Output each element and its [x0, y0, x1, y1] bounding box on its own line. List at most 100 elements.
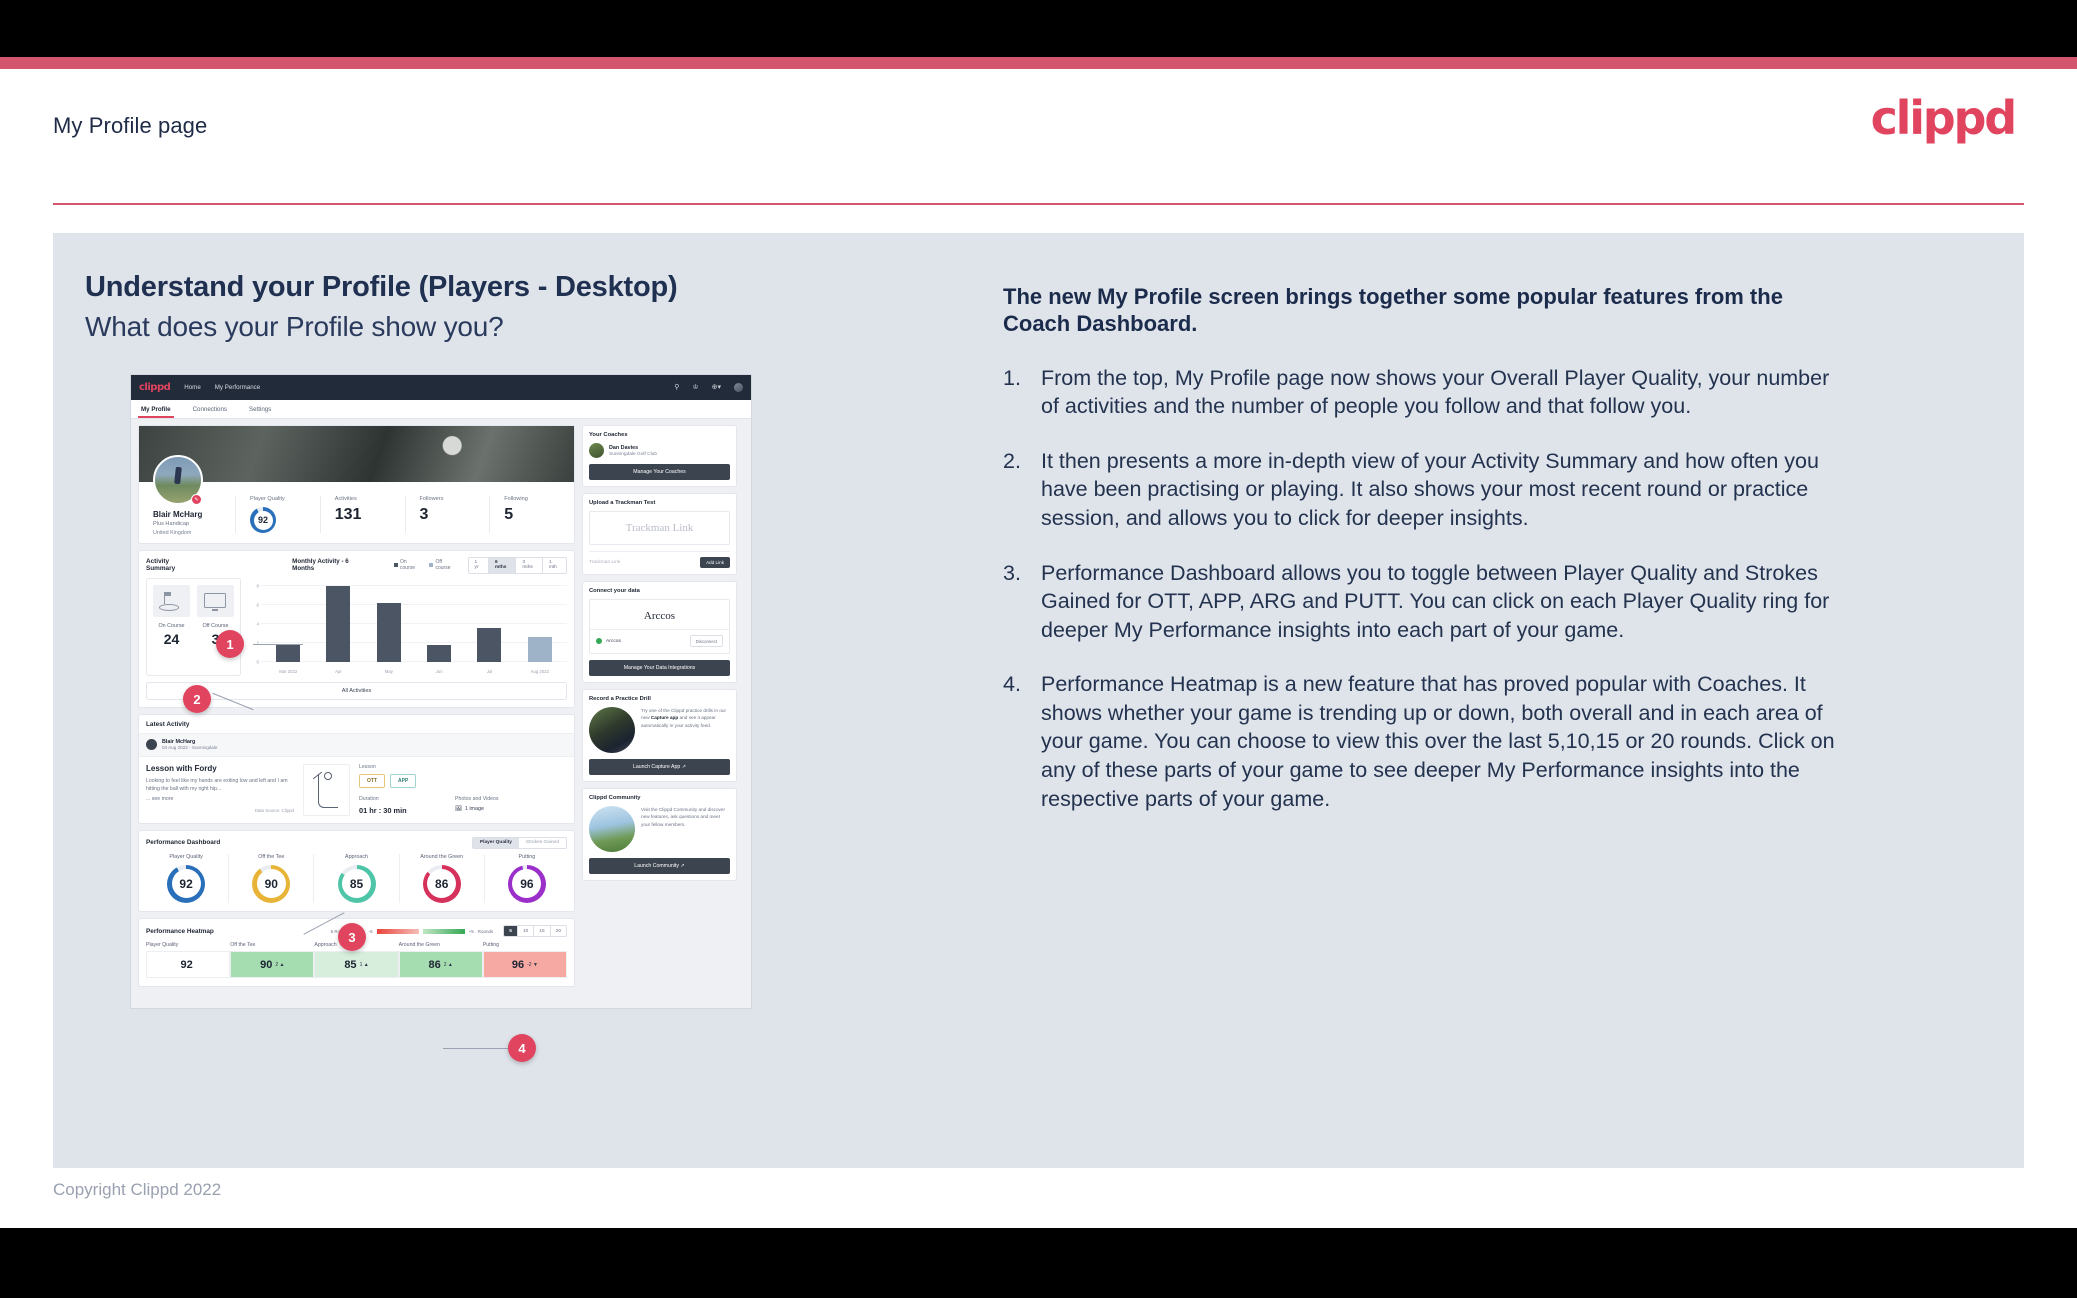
- manage-integrations-button[interactable]: Manage Your Data Integrations: [589, 660, 730, 677]
- course-counts: On Course Off Course 24 3: [146, 577, 241, 676]
- community-photo: [589, 806, 635, 853]
- player-quality-ring[interactable]: 92: [250, 507, 276, 533]
- ring-putting[interactable]: Putting 96: [483, 853, 569, 903]
- rounds-15[interactable]: 15: [534, 925, 551, 937]
- bar-mar[interactable]: [276, 644, 301, 662]
- rounds-20[interactable]: 20: [551, 926, 566, 936]
- rounds-5[interactable]: 5: [504, 925, 518, 937]
- marker-4: 4: [508, 1034, 536, 1062]
- heatmap-value: 90: [260, 958, 273, 971]
- range-3mths[interactable]: 3 mths: [516, 558, 543, 573]
- range-1yr[interactable]: 1 yr: [469, 558, 489, 573]
- explainer-list: 1. From the top, My Profile page now sho…: [1003, 364, 1853, 814]
- community-icon[interactable]: ♔: [692, 384, 698, 391]
- activity-thumbnail[interactable]: [303, 763, 350, 816]
- nav-icon-group: ⚲ ♔ ⊕▾: [674, 383, 743, 392]
- arccos-status-name: Arccos: [606, 638, 621, 644]
- stat-label: Activities: [334, 496, 357, 502]
- stat-value: 3: [419, 506, 429, 523]
- on-course-value: 24: [163, 630, 180, 647]
- launch-community-button[interactable]: Launch Community ↗: [589, 858, 730, 875]
- trackman-input[interactable]: Trackman Link: [589, 560, 695, 565]
- add-icon[interactable]: ⊕▾: [712, 384, 721, 391]
- clippd-logo: clippd: [1870, 91, 2018, 145]
- chart-x-labels: Mar 2022 Apr May Jun Jul Aug 2022: [263, 669, 565, 674]
- activity-meta: Lesson OTT APP Duration 01 hr : 30 min P…: [359, 764, 567, 816]
- coaches-card: Your Coaches Dan Davies Sunningdale Golf…: [582, 425, 737, 487]
- nav-link-my-performance[interactable]: My Performance: [215, 384, 260, 391]
- range-1mth[interactable]: 1 mth: [543, 558, 566, 573]
- tab-my-profile[interactable]: My Profile: [138, 400, 174, 418]
- latest-activity-title: Latest Activity: [146, 720, 190, 728]
- stat-following[interactable]: Following 5: [489, 496, 574, 533]
- ring-graphic: 96: [507, 864, 546, 903]
- bar-apr[interactable]: [326, 586, 351, 662]
- edit-avatar-icon[interactable]: ✎: [191, 494, 202, 505]
- monitor-icon: [197, 584, 234, 617]
- rounds-10[interactable]: 10: [518, 925, 535, 937]
- stat-followers[interactable]: Followers 3: [404, 496, 490, 533]
- stat-activities[interactable]: Activities 131: [319, 496, 405, 533]
- coach-row[interactable]: Dan Davies Sunningdale Golf Club: [589, 443, 730, 458]
- community-card: Clippd Community Visit the Clippd Commun…: [582, 788, 737, 882]
- heatmap-scale: 5 Round Change -5 +5 Rounds 5 10 15 20: [331, 924, 567, 938]
- tab-connections[interactable]: Connections: [193, 400, 227, 418]
- chart-bars: [263, 580, 565, 662]
- ring-player-quality[interactable]: Player Quality 92: [144, 854, 228, 903]
- chip-app[interactable]: APP: [390, 773, 417, 788]
- x-tick: Apr: [335, 668, 342, 674]
- off-course-label: Off Course: [202, 622, 229, 629]
- community-title: Clippd Community: [589, 795, 641, 802]
- heatmap-cell-player-quality[interactable]: 92: [146, 951, 231, 979]
- list-item: 4. Performance Heatmap is a new feature …: [1003, 670, 1853, 813]
- activity-title: Lesson with Fordy: [146, 763, 217, 773]
- heatmap-cell-off-the-tee[interactable]: 90 2 ▲: [230, 951, 315, 979]
- heatmap-cells: 92 90 2 ▲ 85 1 ▲ 86 2 ▲ 96 -2 ▼: [139, 951, 574, 986]
- toggle-strokes-gained[interactable]: Strokes Gained: [519, 838, 566, 848]
- ring-graphic: 90: [252, 864, 291, 903]
- tab-settings[interactable]: Settings: [249, 400, 271, 418]
- manage-coaches-button[interactable]: Manage Your Coaches: [589, 464, 730, 480]
- chip-ott[interactable]: OTT: [359, 773, 385, 788]
- add-link-button[interactable]: Add Link: [700, 557, 730, 568]
- heatmap-delta: 1 ▲: [359, 961, 369, 968]
- ring-around-the-green[interactable]: Around the Green 86: [398, 853, 484, 903]
- heatmap-cell-approach[interactable]: 85 1 ▲: [314, 951, 399, 979]
- toggle-player-quality[interactable]: Player Quality: [472, 837, 519, 848]
- nav-link-home[interactable]: Home: [184, 384, 201, 391]
- performance-dashboard-header: Performance Dashboard Player Quality Str…: [139, 831, 574, 854]
- legend-on-course: On course: [393, 559, 422, 571]
- subheadline: What does your Profile show you?: [85, 311, 504, 342]
- heatmap-cell-putting[interactable]: 96 -2 ▼: [482, 951, 568, 979]
- capture-app-photo: [589, 707, 635, 754]
- y-tick: 8: [256, 583, 259, 589]
- bar-may[interactable]: [376, 602, 401, 662]
- stat-player-quality[interactable]: Player Quality 92: [235, 496, 320, 533]
- ring-off-the-tee[interactable]: Off the Tee 90: [228, 853, 313, 903]
- disconnect-button[interactable]: Disconnect: [689, 635, 723, 648]
- app-screenshot: clippd Home My Performance ⚲ ♔ ⊕▾ My Pro…: [130, 374, 752, 1009]
- bar-jul[interactable]: [477, 628, 502, 662]
- duration-block: Duration 01 hr : 30 min: [359, 796, 455, 815]
- heatmap-cell-around-the-green[interactable]: 86 2 ▲: [398, 951, 483, 979]
- list-item: 1. From the top, My Profile page now sho…: [1003, 364, 1853, 421]
- stat-label: Player Quality: [250, 496, 285, 502]
- legend-swatch-icon: [393, 563, 398, 568]
- app-tabbar: My Profile Connections Settings: [131, 400, 751, 419]
- avatar-icon[interactable]: [734, 383, 743, 392]
- rounds-selector: 5 10 15 20: [503, 924, 567, 938]
- ring-approach[interactable]: Approach 85: [313, 853, 398, 903]
- profile-location: United Kingdom: [153, 530, 192, 536]
- trackman-preview: Trackman Link: [589, 511, 730, 545]
- list-number: 2.: [1003, 448, 1021, 473]
- launch-capture-app-button[interactable]: Launch Capture App ↗: [589, 759, 730, 776]
- app-logo[interactable]: clippd: [139, 382, 171, 393]
- search-icon[interactable]: ⚲: [674, 384, 679, 391]
- see-more-link[interactable]: ... see more: [146, 796, 294, 802]
- activity-chips: OTT APP: [359, 773, 567, 788]
- range-6mths[interactable]: 6 mths: [488, 558, 517, 573]
- bar-aug[interactable]: [527, 636, 552, 662]
- list-text: It then presents a more in-depth view of…: [1041, 448, 1819, 530]
- bar-jun[interactable]: [427, 644, 452, 662]
- legend-off-course: Off course: [429, 559, 457, 571]
